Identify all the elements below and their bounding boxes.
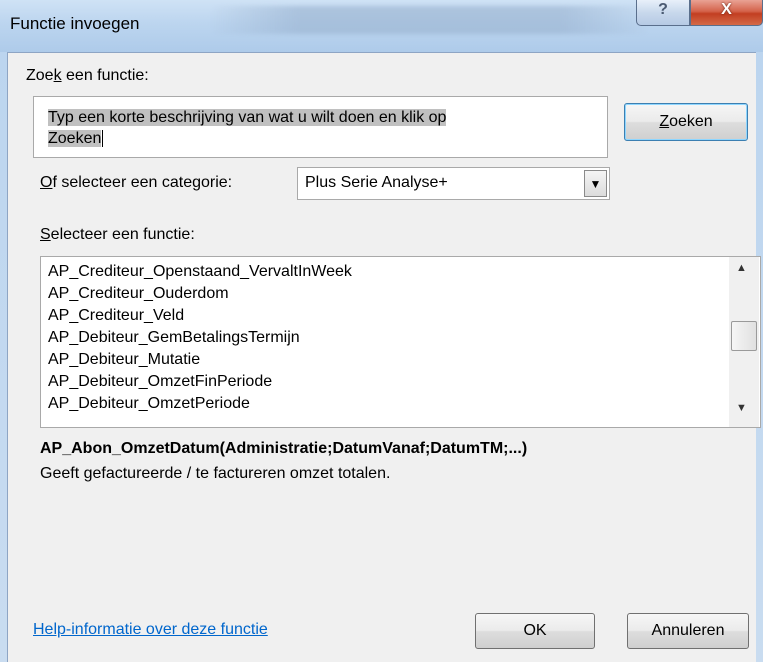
function-list-label: Selecteer een functie: <box>40 226 195 243</box>
list-item[interactable]: AP_Crediteur_Veld <box>48 307 184 325</box>
list-item[interactable]: AP_Debiteur_GemBetalingsTermijn <box>48 329 300 347</box>
scroll-up-icon[interactable]: ▲ <box>736 262 747 274</box>
window-title: Functie invoegen <box>10 14 140 33</box>
function-syntax: AP_Abon_OmzetDatum(Administratie;DatumVa… <box>40 440 528 457</box>
list-item[interactable]: AP_Crediteur_Ouderdom <box>48 285 229 303</box>
close-button[interactable]: X <box>690 0 763 26</box>
list-item[interactable]: AP_Debiteur_OmzetPeriode <box>48 395 250 413</box>
function-description: Geeft gefactureerde / te factureren omze… <box>40 465 391 482</box>
category-select-value[interactable]: Plus Serie Analyse+ <box>305 174 448 192</box>
search-input-text[interactable]: Typ een korte beschrijving van wat u wil… <box>48 107 600 149</box>
list-item[interactable]: AP_Debiteur_OmzetFinPeriode <box>48 373 272 391</box>
ok-button[interactable]: OK <box>475 613 595 649</box>
list-item[interactable]: AP_Debiteur_Mutatie <box>48 351 200 369</box>
scrollbar-thumb[interactable] <box>731 321 757 351</box>
chevron-down-icon[interactable]: ▼ <box>584 170 607 197</box>
title-bar: Functie invoegen ? X <box>0 0 763 52</box>
window-frame-left <box>0 52 7 662</box>
category-label: Of selecteer een categorie: <box>40 174 233 191</box>
cancel-button[interactable]: Annuleren <box>627 613 749 649</box>
help-button[interactable]: ? <box>636 0 690 26</box>
close-icon: X <box>721 1 732 18</box>
list-item[interactable]: AP_Crediteur_Openstaand_VervaltInWeek <box>48 263 352 281</box>
search-label: Zoek een functie: <box>26 67 149 84</box>
help-icon: ? <box>658 1 668 18</box>
title-bar-glass-blur <box>210 6 650 34</box>
search-button[interactable]: Zoeken <box>624 103 748 141</box>
scroll-down-icon[interactable]: ▼ <box>736 402 747 414</box>
help-link[interactable]: Help-informatie over deze functie <box>33 621 268 639</box>
